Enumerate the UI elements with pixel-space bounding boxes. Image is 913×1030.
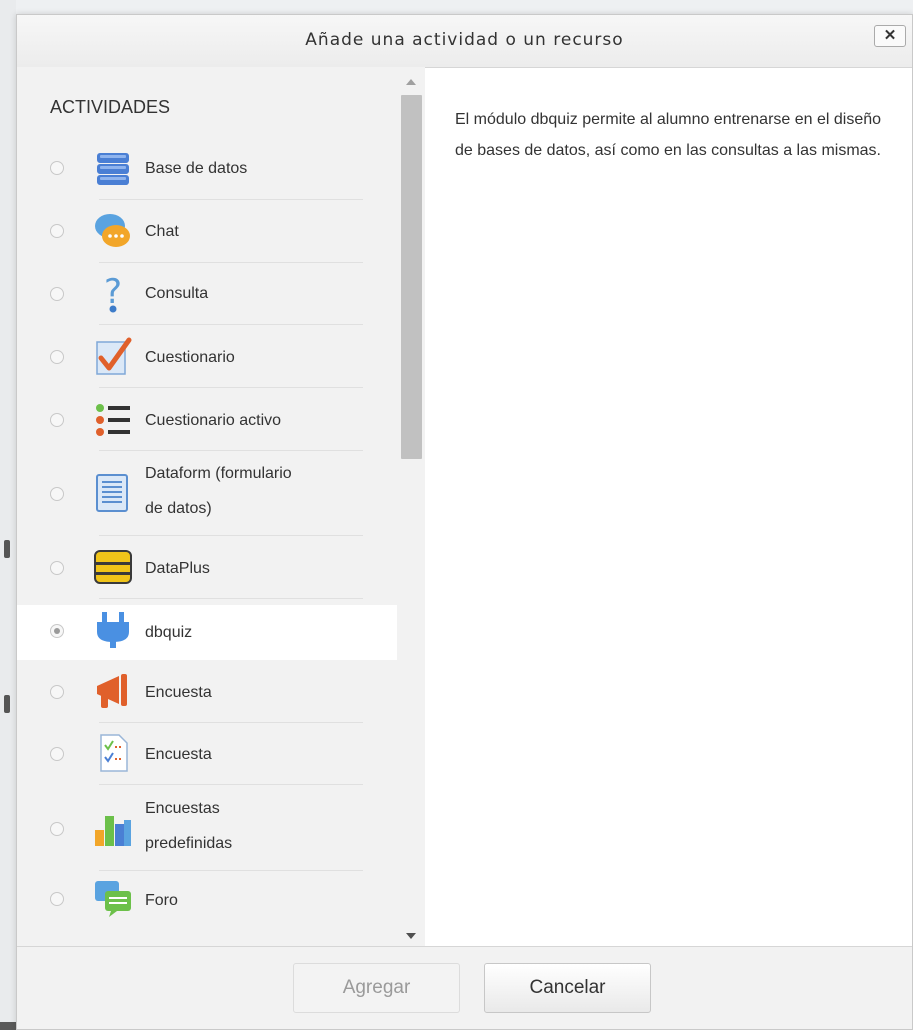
option-radio[interactable] [50,685,64,699]
option-radio[interactable] [50,747,64,761]
divider [99,598,363,599]
option-label: Chat [145,223,179,240]
option-cuestionario[interactable]: Cuestionario [17,325,397,388]
option-label: Consulta [145,285,209,302]
option-radio-selected[interactable] [50,624,64,638]
option-dbquiz[interactable]: dbquiz [17,605,397,660]
section-heading: ACTIVIDADES [50,97,171,117]
option-foro[interactable]: Foro [17,871,397,933]
option-encuesta-2[interactable]: Encuesta [17,723,397,785]
option-cuestionario-activo[interactable]: Cuestionario activo [17,388,397,451]
option-label-line2: de datos) [145,500,212,517]
option-radio[interactable] [50,161,64,175]
option-radio[interactable] [50,350,64,364]
option-chat[interactable]: Chat [17,200,397,263]
question-icon: ? [104,273,122,313]
megaphone-icon [97,674,127,708]
option-label: dbquiz [145,624,193,641]
dataform-icon [96,474,128,512]
close-button[interactable]: ✕ [874,25,906,47]
quiz-icon [96,337,132,375]
scroll-up-icon[interactable] [406,79,416,85]
option-encuesta-1[interactable]: Encuesta [17,660,397,723]
scrollbar-thumb[interactable] [401,95,422,459]
option-radio[interactable] [50,561,64,575]
option-label: Encuesta [145,746,212,763]
dataplus-icon [94,550,132,584]
option-label-line1: Encuestas [145,800,220,817]
forum-icon [95,881,131,917]
list-icon [96,404,130,436]
option-label-line2: predefinidas [145,835,233,852]
description-panel: El módulo dbquiz permite al alumno entre… [425,67,912,949]
option-dataplus[interactable]: DataPlus [17,536,397,599]
option-base-de-datos[interactable]: Base de datos [17,137,397,200]
database-icon [97,153,129,185]
option-radio[interactable] [50,487,64,501]
option-dataform[interactable]: Dataform (formulario de datos) [17,451,397,536]
option-consulta[interactable]: ? Consulta [17,263,397,325]
chat-icon [95,214,130,247]
background-fragment [4,695,10,713]
cancel-button[interactable]: Cancelar [484,963,651,1013]
option-label: Cuestionario [145,349,235,366]
plug-icon [97,612,129,648]
option-label: Foro [145,892,178,909]
option-label-line1: Dataform (formulario [145,465,292,482]
option-label: Base de datos [145,160,248,177]
add-button[interactable]: Agregar [293,963,460,1013]
dialog-title: Añade una actividad o un recurso [305,30,624,50]
option-radio[interactable] [50,413,64,427]
survey-icon [100,734,128,772]
option-radio[interactable] [50,224,64,238]
scroll-down-icon[interactable] [406,933,416,939]
option-label: Encuesta [145,684,212,701]
background-page [0,0,16,1030]
dialog-footer: Agregar Cancelar [17,946,912,1029]
option-label: Cuestionario activo [145,412,282,429]
background-fragment [4,540,10,558]
option-radio[interactable] [50,287,64,301]
option-label: DataPlus [145,560,210,577]
option-encuestas-predefinidas[interactable]: Encuestas predefinidas [17,785,397,871]
module-description: El módulo dbquiz permite al alumno entre… [455,111,882,159]
option-radio[interactable] [50,822,64,836]
activity-list: ACTIVIDADES Base de datos Chat ? Consult… [17,67,425,949]
dialog-header: Añade una actividad o un recurso ✕ [17,15,912,68]
bar-chart-icon [95,816,131,846]
activity-chooser-dialog: Añade una actividad o un recurso ✕ ACTIV… [16,14,913,1030]
option-radio[interactable] [50,892,64,906]
